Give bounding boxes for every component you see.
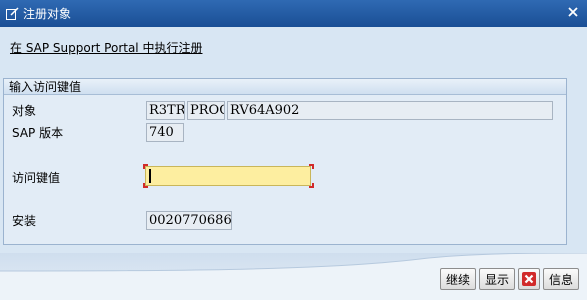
- button-bar: 继续 显示 信息: [439, 268, 579, 290]
- sap-support-portal-link[interactable]: 在 SAP Support Portal 中执行注册: [10, 39, 202, 56]
- cancel-x-icon: [521, 272, 536, 286]
- info-button[interactable]: 信息: [542, 268, 579, 290]
- access-key-label: 访问键值: [12, 171, 61, 185]
- display-button[interactable]: 显示: [478, 268, 515, 290]
- install-label: 安装: [12, 214, 37, 228]
- required-marker: [143, 183, 148, 188]
- required-marker: [309, 183, 314, 188]
- close-icon[interactable]: [566, 5, 580, 19]
- install-field: 0020770686: [146, 211, 232, 230]
- required-marker: [143, 164, 148, 169]
- sap-version-field: 740: [146, 123, 184, 142]
- object-type-field: R3TR: [146, 101, 185, 120]
- access-key-input[interactable]: [145, 166, 311, 186]
- required-marker: [309, 164, 314, 169]
- continue-button[interactable]: 继续: [439, 268, 476, 290]
- access-key-group: 输入访问键值 对象 R3TR PROG RV64A902 SAP 版本 740 …: [3, 78, 567, 245]
- object-name-field: RV64A902: [227, 101, 553, 120]
- object-label: 对象: [12, 104, 37, 118]
- window-title: 注册对象: [23, 7, 72, 21]
- sap-version-label: SAP 版本: [12, 126, 64, 140]
- edit-window-icon: [5, 7, 19, 21]
- text-caret: [149, 169, 151, 183]
- cancel-button[interactable]: [517, 268, 540, 290]
- object-kind-field: PROG: [187, 101, 225, 120]
- title-bar: 注册对象: [0, 0, 587, 27]
- group-title: 输入访问键值: [4, 79, 566, 95]
